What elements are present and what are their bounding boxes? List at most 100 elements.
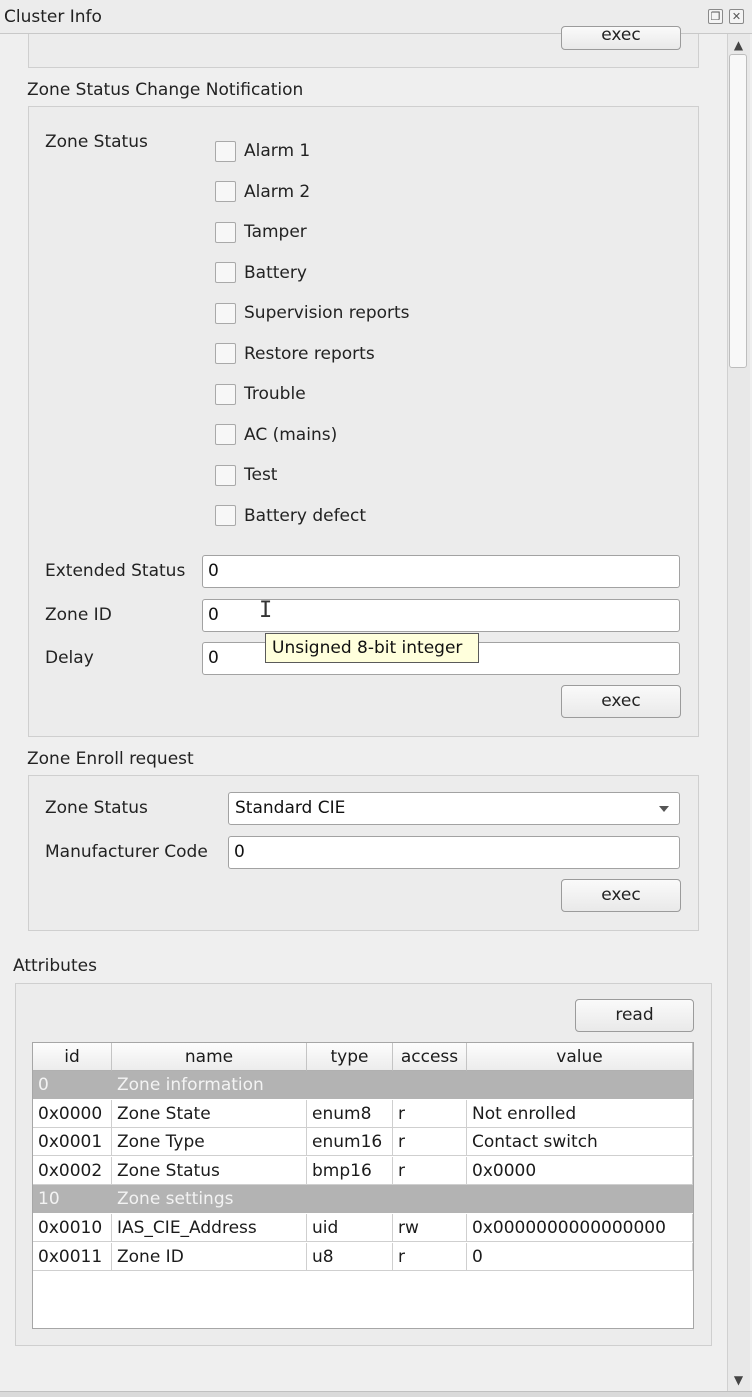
checkbox[interactable] [215,181,236,202]
checkbox-row[interactable]: Supervision reports [215,301,410,325]
checkbox-label: Test [244,465,278,485]
table-cell-id[interactable]: 0x0000 [33,1099,112,1128]
table-cell-name[interactable]: Zone settings [112,1185,693,1214]
table-cell-access[interactable]: rw [393,1214,467,1242]
zone-status-change-exec-button[interactable]: exec [561,685,681,718]
table-cell-access[interactable]: r [393,1156,467,1185]
extended-status-input[interactable]: 0 [202,555,680,588]
checkbox[interactable] [215,464,236,486]
zone-id-input[interactable]: 0 [202,599,680,632]
checkbox-row[interactable]: Battery [215,261,307,285]
table-cell-id[interactable]: 0x0002 [33,1156,112,1185]
table-cell-id[interactable]: 0x0010 [33,1214,112,1242]
scroll-down-icon[interactable]: ▼ [727,1369,750,1391]
table-cell-id[interactable]: 10 [33,1185,112,1214]
table-cell-access[interactable]: r [393,1128,467,1157]
checkbox-row[interactable]: Battery defect [215,504,366,528]
table-cell-name[interactable]: Zone ID [112,1242,307,1271]
table-cell-type[interactable]: bmp16 [307,1156,393,1185]
checkbox-label: Alarm 2 [244,181,311,202]
checkbox-label: Restore reports [244,343,375,364]
table-cell-id[interactable]: 0x0011 [33,1242,112,1271]
table-group-row[interactable]: 10 Zone settings [33,1185,693,1214]
attributes-title: Attributes [13,956,97,976]
table-cell-name[interactable]: Zone State [112,1099,307,1128]
checkbox-label: Battery defect [244,505,367,526]
table-cell-name[interactable]: Zone Status [112,1156,307,1185]
column-header-type[interactable]: type [307,1043,393,1071]
table-row[interactable]: 0x0011 Zone ID u8 r 0 [33,1242,693,1271]
attributes-table: id name type access value 0 Zone informat… [32,1042,694,1329]
chevron-down-icon [659,806,669,812]
column-header-value[interactable]: value [467,1043,693,1071]
table-group-row[interactable]: 0 Zone information [33,1071,693,1099]
column-header-access[interactable]: access [393,1043,467,1071]
table-row[interactable]: 0x0000 Zone State enum8 r Not enrolled [33,1099,693,1128]
checkbox[interactable] [215,221,236,243]
checkbox-row[interactable]: Alarm 2 [215,180,310,204]
checkbox-label: Alarm 1 [244,141,311,161]
table-cell-type[interactable]: uid [307,1214,393,1242]
delay-label: Delay [45,648,94,668]
float-icon[interactable]: ❐ [708,9,723,24]
zone-id-label: Zone ID [45,605,112,625]
table-cell-access[interactable]: r [393,1242,467,1271]
checkbox-label: Trouble [244,384,306,404]
checkbox-row[interactable]: Test [215,463,277,487]
table-cell-name[interactable]: Zone information [112,1071,693,1099]
table-cell-type[interactable]: enum16 [307,1128,393,1157]
close-icon[interactable]: ✕ [729,9,744,24]
checkbox[interactable] [215,505,236,526]
checkbox[interactable] [215,262,236,283]
checkbox[interactable] [215,424,236,445]
checkbox[interactable] [215,302,236,324]
manufacturer-code-input[interactable]: 0 [228,836,680,869]
checkbox-row[interactable]: Tamper [215,220,307,244]
enroll-zone-status-label: Zone Status [45,798,148,818]
table-row[interactable]: 0x0010 IAS_CIE_Address uid rw 0x000000000000… [33,1214,693,1242]
checkbox[interactable] [215,383,236,405]
zone-status-combobox[interactable]: Standard CIE [228,792,680,825]
zone-enroll-exec-button[interactable]: exec [561,879,681,912]
window-title: Cluster Info [4,7,102,27]
read-button[interactable]: read [575,999,694,1032]
bottom-tab-strip [0,1391,752,1397]
table-header: id name type access value [33,1043,693,1071]
checkbox-label: AC (mains) [244,424,338,445]
checkbox-label: Tamper [244,222,307,242]
table-cell-name[interactable]: IAS_CIE_Address [112,1214,307,1242]
table-cell-value[interactable]: Contact switch [467,1128,693,1157]
scroll-up-icon[interactable]: ▲ [727,34,750,56]
checkbox-row[interactable]: Restore reports [215,342,375,366]
column-header-name[interactable]: name [112,1043,307,1071]
checkbox[interactable] [215,140,236,162]
scrollbar-thumb[interactable] [729,54,747,368]
table-cell-value[interactable]: Not enrolled [467,1099,693,1128]
manufacturer-code-label: Manufacturer Code [45,842,208,862]
zone-status-combobox-value: Standard CIE [235,798,346,818]
text-cursor-icon: I [259,598,273,623]
table-row[interactable]: 0x0001 Zone Type enum16 r Contact switch [33,1128,693,1157]
checkbox-label: Battery [244,262,307,283]
checkbox[interactable] [215,343,236,364]
table-cell-id[interactable]: 0x0001 [33,1128,112,1157]
table-cell-value[interactable]: 0x0000 [467,1156,693,1185]
checkbox-row[interactable]: Trouble [215,382,306,406]
zone-enroll-title: Zone Enroll request [27,749,194,769]
checkbox-row[interactable]: Alarm 1 [215,139,310,163]
checkbox-row[interactable]: AC (mains) [215,423,337,447]
table-row[interactable]: 0x0002 Zone Status bmp16 r 0x0000 [33,1156,693,1185]
table-cell-type[interactable]: u8 [307,1242,393,1271]
tooltip: Unsigned 8-bit integer [265,633,479,663]
table-cell-name[interactable]: Zone Type [112,1128,307,1157]
previous-exec-button[interactable]: exec [561,26,681,50]
table-cell-id[interactable]: 0 [33,1071,112,1099]
table-cell-value[interactable]: 0x0000000000000000 [467,1214,693,1242]
table-cell-value[interactable]: 0 [467,1242,693,1271]
table-cell-type[interactable]: enum8 [307,1099,393,1128]
column-header-id[interactable]: id [33,1043,112,1071]
checkbox-label: Supervision reports [244,303,410,323]
table-cell-access[interactable]: r [393,1099,467,1128]
zone-status-label: Zone Status [45,132,148,152]
extended-status-label: Extended Status [45,561,186,581]
